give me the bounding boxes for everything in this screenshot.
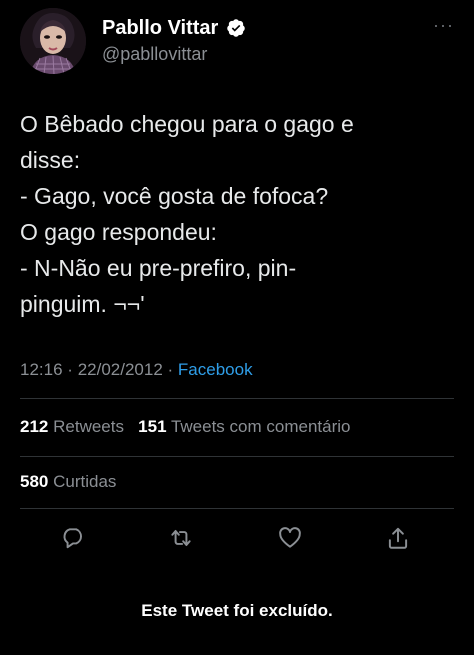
quotes-label: Tweets com comentário <box>170 417 351 436</box>
divider <box>20 398 454 399</box>
tweet-text-line: disse: <box>20 147 81 173</box>
tweet-text: O Bêbado chegou para o gago e disse: - G… <box>20 106 440 322</box>
verified-badge-icon <box>226 18 246 38</box>
divider <box>20 456 454 457</box>
like-button[interactable] <box>274 522 306 554</box>
divider <box>20 508 454 509</box>
tweet-text-line: O Bêbado chegou para o gago e <box>20 111 354 137</box>
avatar-image <box>20 8 86 74</box>
heart-icon <box>279 527 301 548</box>
like-stats: 580 Curtidas <box>20 471 116 493</box>
retweet-stats: 212 Retweets 151 Tweets com comentário <box>20 416 350 438</box>
tweet-time[interactable]: 12:16 <box>20 360 63 379</box>
likes-label: Curtidas <box>53 472 117 491</box>
tweet-text-line: pinguim. ¬¬' <box>20 291 145 317</box>
user-handle[interactable]: @pabllovittar <box>102 42 246 66</box>
tweet-header: Pabllo Vittar @pabllovittar ··· <box>20 8 454 74</box>
quotes-link[interactable]: 151 Tweets com comentário <box>138 417 350 436</box>
likes-link[interactable]: 580 Curtidas <box>20 472 116 491</box>
retweet-icon <box>171 529 191 547</box>
retweet-button[interactable] <box>165 522 197 554</box>
tweet-text-line: O gago respondeu: <box>20 219 217 245</box>
likes-count: 580 <box>20 472 49 491</box>
meta-separator: · <box>67 360 73 379</box>
quotes-count: 151 <box>138 417 167 436</box>
avatar[interactable] <box>20 8 86 74</box>
tweet-date[interactable]: 22/02/2012 <box>78 360 163 379</box>
share-button[interactable] <box>382 522 414 554</box>
tweet-source-link[interactable]: Facebook <box>178 360 253 379</box>
more-icon[interactable]: ··· <box>432 16 454 34</box>
tweet-text-line: - Gago, você gosta de fofoca? <box>20 183 329 209</box>
retweets-count: 212 <box>20 417 49 436</box>
retweets-link[interactable]: 212 Retweets <box>20 417 124 436</box>
tweet-meta: 12:16 · 22/02/2012 · Facebook <box>20 359 253 381</box>
tweet-text-line: - N-Não eu pre-prefiro, pin- <box>20 255 297 281</box>
reply-button[interactable] <box>57 522 89 554</box>
retweets-label: Retweets <box>53 417 124 436</box>
reply-icon <box>63 528 82 549</box>
meta-separator: · <box>167 360 174 379</box>
name-block: Pabllo Vittar @pabllovittar <box>102 16 246 66</box>
display-name[interactable]: Pabllo Vittar <box>102 16 218 40</box>
tweet-card: Pabllo Vittar @pabllovittar ··· O Bêbado… <box>0 0 474 655</box>
action-bar <box>0 522 474 556</box>
deleted-notice: Este Tweet foi excluído. <box>141 601 333 620</box>
share-icon <box>388 527 408 549</box>
